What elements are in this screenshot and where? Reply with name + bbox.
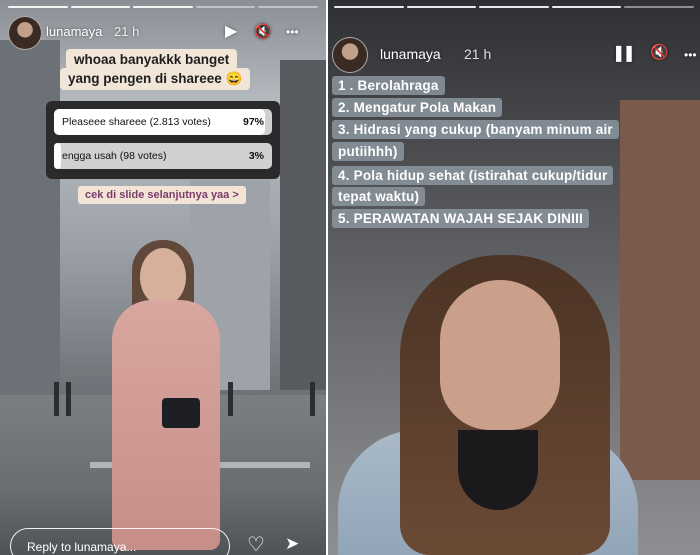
bollard	[310, 382, 315, 416]
pause-icon[interactable]: ❚❚	[612, 46, 636, 62]
person-face	[140, 248, 186, 306]
woman-top	[458, 430, 538, 510]
list-item: 5. PERAWATAN WAJAH SEJAK DINIII	[332, 209, 589, 228]
list-item: 4. Pola hidup sehat (istirahat cukup/tid…	[332, 166, 614, 185]
avatar[interactable]	[332, 37, 368, 73]
progress-segment	[479, 6, 549, 8]
username[interactable]: lunamaya	[380, 46, 441, 62]
post-time: 21 h	[114, 24, 140, 39]
story-progress	[8, 6, 318, 8]
list-item: 3. Hidrasi yang cukup (banyam minum air	[332, 120, 619, 139]
more-icon[interactable]: •••	[286, 24, 299, 40]
bollard	[54, 382, 59, 416]
bollard	[228, 382, 233, 416]
progress-segment	[258, 6, 318, 8]
send-icon[interactable]: ➤	[285, 534, 299, 554]
building-left	[0, 40, 60, 390]
heart-icon[interactable]: ♡	[247, 532, 265, 555]
caption-line-2: yang pengen di shareee 😄	[60, 68, 251, 90]
avatar[interactable]	[8, 16, 42, 50]
poll-option-percent: 3%	[248, 150, 264, 162]
progress-segment	[8, 6, 68, 8]
poll-option-1[interactable]: Pleaseee shareee (2.813 votes) 97%	[54, 109, 272, 135]
story-progress	[334, 6, 694, 8]
next-slide-note: cek di slide selanjutnya yaa >	[78, 186, 246, 204]
story-right: lunamaya 21 h ❚❚ 🔇 ••• 1 . Berolahraga 2…	[328, 0, 700, 555]
progress-segment	[624, 6, 694, 8]
list-item: 1 . Berolahraga	[332, 76, 445, 95]
building-right	[280, 60, 326, 390]
list-item: tepat waktu)	[332, 187, 426, 206]
reply-input[interactable]: Reply to lunamaya...	[10, 528, 230, 555]
poll: Pleaseee shareee (2.813 votes) 97% engga…	[46, 101, 280, 179]
bollard	[66, 382, 71, 416]
poll-fill	[54, 143, 61, 169]
play-icon[interactable]: ▶	[225, 24, 237, 40]
progress-segment	[133, 6, 193, 8]
list-item: 2. Mengatur Pola Makan	[332, 98, 503, 117]
progress-segment	[334, 6, 404, 8]
handbag	[162, 398, 200, 428]
poll-option-label: engga usah (98 votes)	[62, 150, 167, 162]
story-left: lunamaya 21 h ▶ 🔇 ••• whoaa banyakkk ban…	[0, 0, 326, 555]
caption-line-1: whoaa banyakkk banget	[66, 49, 238, 70]
poll-option-label: Pleaseee shareee (2.813 votes)	[62, 116, 211, 128]
building-right	[620, 100, 700, 480]
progress-segment	[406, 6, 477, 8]
username[interactable]: lunamaya	[46, 24, 102, 39]
more-icon[interactable]: •••	[684, 47, 697, 63]
woman-face	[440, 280, 560, 430]
post-time: 21 h	[464, 46, 492, 62]
poll-option-2[interactable]: engga usah (98 votes) 3%	[54, 143, 272, 169]
progress-segment	[70, 6, 131, 8]
progress-segment	[195, 6, 256, 8]
progress-segment	[551, 6, 622, 8]
mute-icon[interactable]: 🔇	[650, 45, 669, 61]
list-item: putiihhh)	[332, 142, 404, 161]
poll-option-percent: 97%	[242, 116, 264, 128]
mute-icon[interactable]: 🔇	[254, 23, 271, 39]
